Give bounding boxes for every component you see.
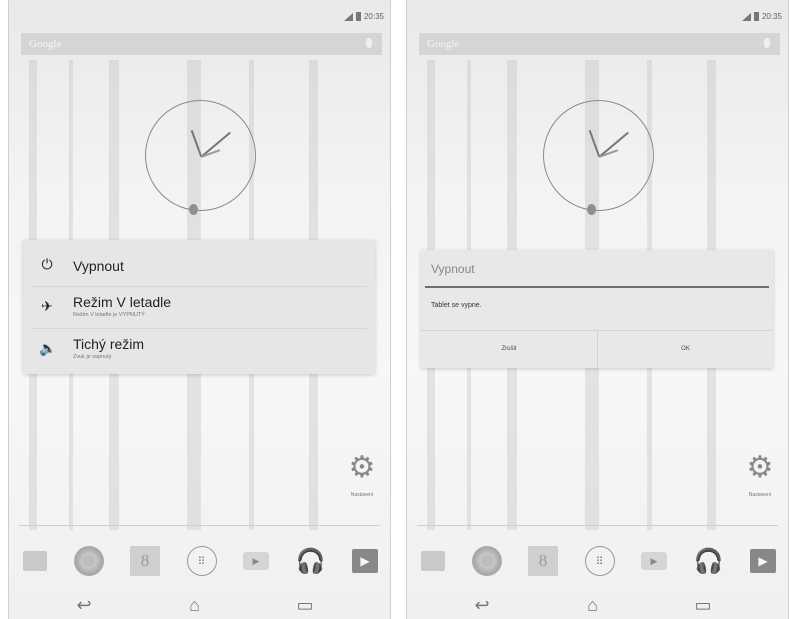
play-music-icon[interactable]: 🎧 xyxy=(694,546,724,576)
settings-shortcut[interactable]: ⚙ Nastavení xyxy=(344,453,380,501)
home-icon[interactable]: ⌂ xyxy=(578,595,608,616)
settings-gear-icon: ⚙ xyxy=(746,451,774,484)
clock-hour-hand xyxy=(190,130,202,158)
settings-label: Nastavení xyxy=(748,492,772,498)
google-search-bar[interactable]: Google xyxy=(21,33,382,55)
google-plus-icon[interactable]: 8 xyxy=(528,546,558,576)
recents-icon[interactable]: ▭ xyxy=(688,595,718,616)
silent-mode-label: Tichý režim xyxy=(73,336,145,352)
search-label: Google xyxy=(29,38,62,50)
app-drawer-icon[interactable]: ⠿ xyxy=(186,546,217,576)
silent-mode-item[interactable]: 🔈 Tichý režim Zvuk je zapnutý xyxy=(23,328,375,368)
shutdown-dialog: Vypnout Tablet se vypne. Zrušit OK xyxy=(421,250,773,368)
home-icon[interactable]: ⌂ xyxy=(180,595,210,616)
home-screen-shutdown-dialog: 20:35 Google Vypnout Tablet se vypne. Zr… xyxy=(406,0,789,619)
play-music-icon[interactable]: 🎧 xyxy=(296,546,326,576)
status-bar: 20:35 xyxy=(9,0,390,30)
airplane-icon: ✈ xyxy=(41,298,53,314)
dock: 8 ⠿ ▶ 🎧 ▶ xyxy=(421,542,776,580)
status-bar: 20:35 xyxy=(407,0,788,30)
microphone-icon[interactable] xyxy=(764,38,770,48)
settings-shortcut[interactable]: ⚙ Nastavení xyxy=(742,453,778,501)
google-search-bar[interactable]: Google xyxy=(419,33,780,55)
status-time: 20:35 xyxy=(363,12,384,21)
folder-icon[interactable] xyxy=(421,551,445,571)
navigation-bar: ↩ ⌂ ▭ xyxy=(467,594,718,616)
youtube-icon[interactable]: ▶ xyxy=(641,552,667,570)
dock: 8 ⠿ ▶ 🎧 ▶ xyxy=(23,542,378,580)
dock-divider xyxy=(19,525,380,526)
silent-mode-status: Zvuk je zapnutý xyxy=(73,354,112,360)
speaker-icon: 🔈 xyxy=(39,340,57,356)
dialog-message: Tablet se vypne. xyxy=(431,302,482,309)
google-plus-icon[interactable]: 8 xyxy=(130,546,160,576)
dock-divider xyxy=(417,525,778,526)
clock-hour-hand xyxy=(588,130,600,158)
youtube-icon[interactable]: ▶ xyxy=(243,552,269,570)
cancel-button[interactable]: Zrušit xyxy=(421,331,597,368)
app-drawer-icon[interactable]: ⠿ xyxy=(584,546,615,576)
dialog-title: Vypnout xyxy=(431,262,475,276)
airplane-mode-label: Režim V letadle xyxy=(73,294,172,310)
analog-clock-widget[interactable] xyxy=(543,100,654,211)
dialog-title-divider xyxy=(425,286,769,288)
navigation-bar: ↩ ⌂ ▭ xyxy=(69,594,320,616)
search-label: Google xyxy=(427,38,460,50)
status-time: 20:35 xyxy=(761,12,782,21)
wallpaper-dot xyxy=(189,204,198,215)
power-off-label: Vypnout xyxy=(73,258,124,274)
power-off-item[interactable]: ⏻ Vypnout xyxy=(23,244,375,284)
battery-icon xyxy=(753,12,759,21)
back-icon[interactable]: ↩ xyxy=(69,595,99,616)
power-menu: ⏻ Vypnout ✈ Režim V letadle Režim V leta… xyxy=(23,240,375,374)
back-icon[interactable]: ↩ xyxy=(467,595,497,616)
settings-label: Nastavení xyxy=(350,492,374,498)
settings-gear-icon: ⚙ xyxy=(348,451,376,484)
power-icon: ⏻ xyxy=(41,256,53,272)
airplane-mode-item[interactable]: ✈ Režim V letadle Režim V letadle je VYP… xyxy=(23,286,375,326)
ok-button[interactable]: OK xyxy=(597,331,773,368)
signal-icon xyxy=(741,12,751,21)
home-screen-power-menu: 20:35 Google ⏻ Vypnout ✈ Režim V letadle… xyxy=(8,0,391,619)
analog-clock-widget[interactable] xyxy=(145,100,256,211)
airplane-mode-status: Režim V letadle je VYPNUTÝ xyxy=(73,312,145,318)
chrome-icon[interactable] xyxy=(471,546,502,576)
play-store-icon[interactable]: ▶ xyxy=(352,549,378,573)
microphone-icon[interactable] xyxy=(366,38,372,48)
play-store-icon[interactable]: ▶ xyxy=(750,549,776,573)
signal-icon xyxy=(343,12,353,21)
chrome-icon[interactable] xyxy=(73,546,104,576)
battery-icon xyxy=(355,12,361,21)
recents-icon[interactable]: ▭ xyxy=(290,595,320,616)
folder-icon[interactable] xyxy=(23,551,47,571)
wallpaper-dot xyxy=(587,204,596,215)
